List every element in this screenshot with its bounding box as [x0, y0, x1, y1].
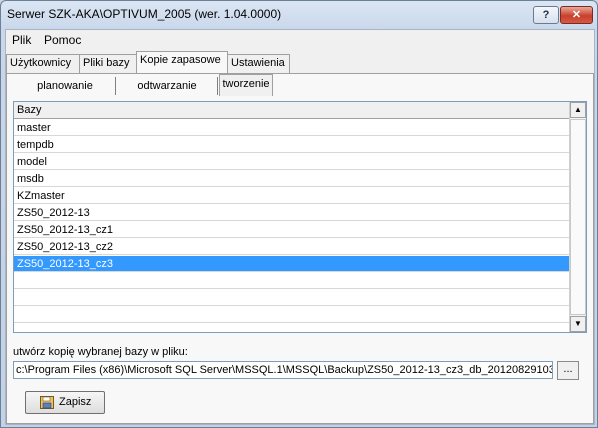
list-item[interactable]: model — [14, 154, 569, 170]
list-item[interactable]: KZmaster — [14, 188, 569, 204]
browse-button[interactable]: ... — [557, 361, 579, 380]
scroll-down-icon[interactable]: ▼ — [570, 316, 586, 332]
help-button[interactable]: ? — [533, 6, 559, 24]
tab-kopie-zapasowe[interactable]: Kopie zapasowe — [136, 51, 228, 73]
scroll-up-icon[interactable]: ▲ — [570, 102, 586, 118]
scroll-thumb[interactable] — [570, 119, 586, 315]
list-item[interactable]: master — [14, 120, 569, 136]
app-window: Serwer SZK-AKA\OPTIVUM_2005 (wer. 1.04.0… — [0, 0, 598, 428]
subtab-planowanie[interactable]: planowanie — [15, 77, 116, 95]
menu-pomoc[interactable]: Pomoc — [44, 33, 81, 47]
menu-plik[interactable]: Plik — [12, 33, 31, 47]
list-item[interactable]: ZS50_2012-13_cz2 — [14, 239, 569, 255]
window-title: Serwer SZK-AKA\OPTIVUM_2005 (wer. 1.04.0… — [7, 7, 282, 21]
save-button-label: Zapisz — [59, 396, 92, 408]
backup-tab-panel: planowanie odtwarzanie tworzenie Bazy ma… — [6, 73, 594, 424]
client-area: Plik Pomoc Użytkownicy Pliki bazy Kopie … — [5, 29, 595, 425]
databases-list[interactable]: Bazy master tempdb model msdb KZmaster Z… — [13, 101, 587, 333]
list-item-empty[interactable] — [14, 290, 569, 306]
list-item-empty[interactable] — [14, 273, 569, 289]
tab-ustawienia[interactable]: Ustawienia — [227, 54, 290, 73]
list-item[interactable]: msdb — [14, 171, 569, 187]
tab-pliki-bazy[interactable]: Pliki bazy — [79, 54, 137, 73]
floppy-disk-icon — [40, 396, 54, 409]
backup-path-input[interactable]: c:\Program Files (x86)\Microsoft SQL Ser… — [13, 361, 553, 379]
list-scrollbar[interactable]: ▲ ▼ — [569, 102, 586, 332]
list-item-selected[interactable]: ZS50_2012-13_cz3 — [14, 256, 569, 272]
list-item[interactable]: ZS50_2012-13_cz1 — [14, 222, 569, 238]
subtab-odtwarzanie[interactable]: odtwarzanie — [117, 77, 218, 95]
title-bar[interactable]: Serwer SZK-AKA\OPTIVUM_2005 (wer. 1.04.0… — [1, 1, 597, 29]
list-item[interactable]: ZS50_2012-13 — [14, 205, 569, 221]
menu-bar: Plik Pomoc — [6, 30, 594, 50]
list-item[interactable]: tempdb — [14, 137, 569, 153]
close-button[interactable]: ✕ — [560, 6, 593, 24]
subtab-tworzenie[interactable]: tworzenie — [219, 74, 273, 96]
list-item-empty[interactable] — [14, 307, 569, 323]
save-button[interactable]: Zapisz — [25, 391, 105, 414]
list-header-bazy[interactable]: Bazy — [14, 102, 569, 119]
backup-path-label: utwórz kopię wybranej bazy w pliku: — [13, 346, 188, 358]
tab-uzytkownicy[interactable]: Użytkownicy — [6, 54, 80, 73]
